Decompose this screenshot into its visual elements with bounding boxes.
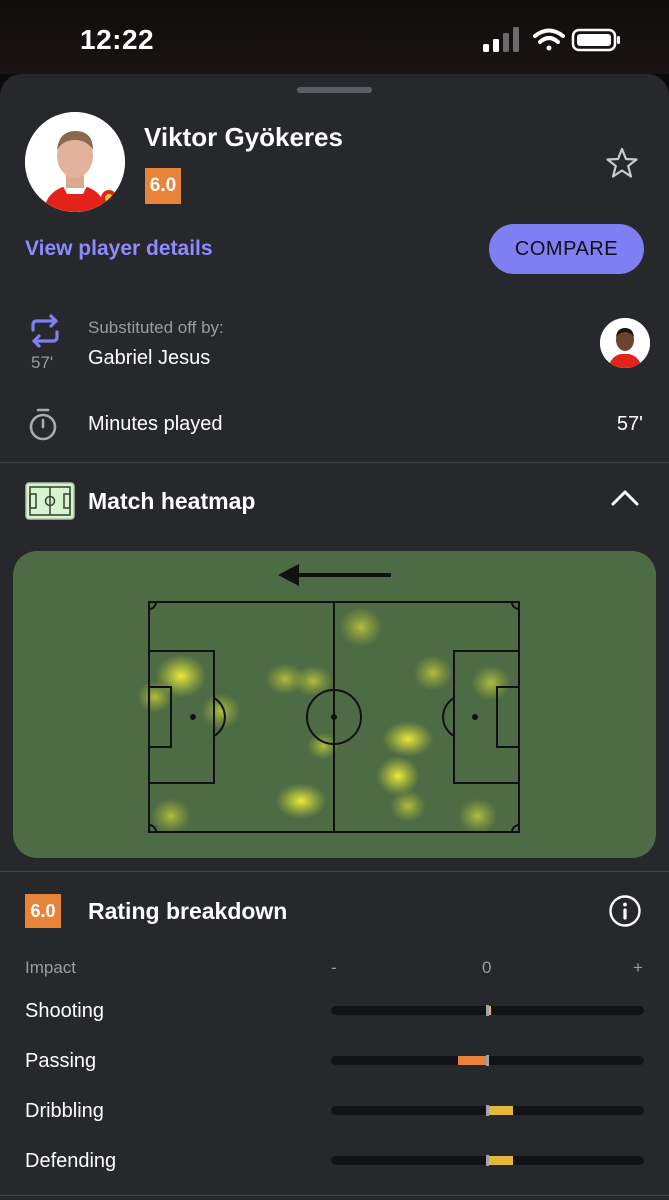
pitch-icon: [25, 482, 75, 520]
metric-zero-marker: [486, 1155, 489, 1166]
player-sheet: Viktor Gyökeres 6.0 View player details …: [0, 74, 669, 1200]
battery-icon: [571, 28, 620, 52]
metric-fill-passing: [457, 1056, 488, 1065]
player-avatar: [25, 112, 125, 212]
compare-button[interactable]: COMPARE: [489, 224, 644, 274]
minutes-played-label: Minutes played: [88, 413, 223, 435]
metric-bar-dribbling: [331, 1105, 644, 1116]
heatmap-title: Match heatmap: [88, 488, 256, 514]
heatmap-pitch: [13, 551, 656, 858]
substitution-icon: [31, 314, 59, 348]
scale-max: +: [633, 958, 643, 977]
status-time: 12:22: [80, 24, 155, 55]
minutes-played-value: 57': [616, 413, 643, 435]
metric-label-dribbling: Dribbling: [25, 1100, 104, 1122]
metric-bar-defending: [331, 1155, 644, 1166]
metric-zero-marker: [486, 1105, 489, 1116]
scale-mid: 0: [482, 958, 492, 977]
metric-label-defending: Defending: [25, 1150, 117, 1172]
stopwatch-icon: [29, 408, 57, 441]
metric-fill-defending: [487, 1156, 513, 1165]
info-icon[interactable]: [608, 894, 642, 928]
substitution-caption: Substituted off by:: [88, 318, 224, 337]
metric-bar-passing: [331, 1055, 644, 1066]
substitute-player-avatar[interactable]: [600, 318, 650, 368]
divider: [0, 462, 669, 463]
wifi-icon: [533, 28, 565, 51]
divider: [0, 871, 669, 872]
breakdown-rating-badge: 6.0: [25, 894, 61, 928]
substitute-player-name[interactable]: Gabriel Jesus: [88, 347, 210, 370]
metric-fill-dribbling: [487, 1106, 513, 1115]
metric-zero-marker: [486, 1005, 489, 1016]
status-icons: [483, 27, 620, 52]
metric-label-shooting: Shooting: [25, 1000, 104, 1022]
impact-label: Impact: [25, 958, 77, 977]
player-rating-badge: 6.0: [145, 168, 181, 204]
sheet-grabber[interactable]: [297, 87, 372, 93]
cellular-signal-icon: [483, 27, 519, 52]
attack-direction-arrow-icon: [278, 564, 391, 586]
collapse-chevron-icon[interactable]: [610, 488, 640, 508]
metric-zero-marker: [486, 1055, 489, 1066]
player-name: Viktor Gyökeres: [144, 122, 343, 152]
substitution-minute: 57': [31, 353, 54, 372]
metric-label-passing: Passing: [25, 1050, 97, 1072]
metric-bar-shooting: [331, 1005, 644, 1016]
favorite-star-icon[interactable]: [605, 146, 639, 180]
rating-breakdown-title: Rating breakdown: [88, 898, 288, 924]
scale-min: -: [331, 958, 337, 977]
divider: [0, 1195, 669, 1196]
view-player-details-link[interactable]: View player details: [25, 237, 213, 261]
status-bar: 12:22: [0, 0, 669, 74]
